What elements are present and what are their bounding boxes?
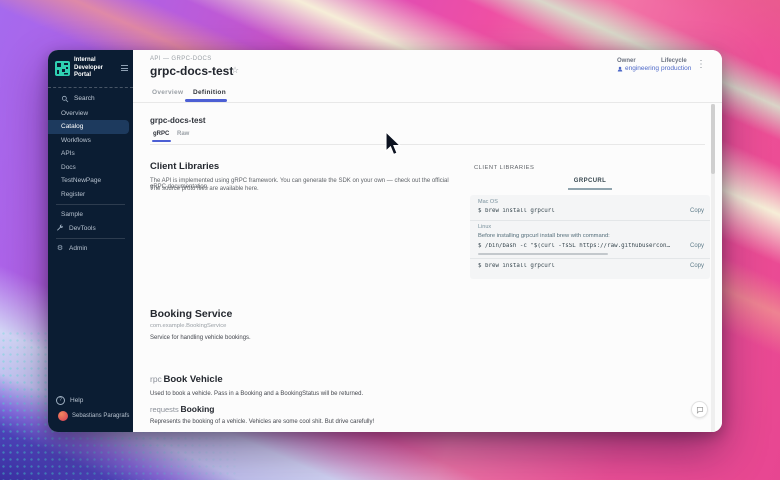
service-fqn: com.example.BookingService <box>150 323 226 329</box>
macos-command: $ brew install grpcurl <box>478 208 668 214</box>
sidebar-item-docs[interactable]: Docs <box>48 161 133 175</box>
box-divider <box>470 258 710 259</box>
tab-raw[interactable]: Raw <box>177 131 189 137</box>
rpc-keyword: rpc <box>150 374 162 384</box>
sidebar-item-sample[interactable]: Sample <box>48 208 133 222</box>
rpc-description: Used to book a vehicle. Pass in a Bookin… <box>150 391 363 397</box>
definition-card-title: grpc-docs-test <box>150 116 206 125</box>
wrench-icon <box>56 224 64 232</box>
sidebar-nav: Overview Catalog Workflows APIs Docs Tes… <box>48 107 133 256</box>
screen: { "theme": { "wallpaper_purple": "#a56ae… <box>0 0 780 480</box>
sidebar-item-label: TestNewPage <box>61 177 101 184</box>
horizontal-scrollbar[interactable] <box>478 253 608 255</box>
sidebar-item-label: Workflows <box>61 137 91 144</box>
client-libraries-description-2: The source proto files are available her… <box>150 186 462 192</box>
page-title: grpc-docs-test <box>150 64 233 78</box>
lifecycle-block: Lifecycle production <box>661 58 691 72</box>
sidebar-item-workflows[interactable]: Workflows <box>48 134 133 148</box>
tab-overview[interactable]: Overview <box>152 89 183 96</box>
sidebar-item-testnewpage[interactable]: TestNewPage <box>48 174 133 188</box>
sidebar-item-label: Docs <box>61 164 76 171</box>
gear-icon: ⚙ <box>56 245 64 252</box>
sidebar-item-label: Search <box>74 95 95 102</box>
sidebar: Internal Developer Portal Search Overvie… <box>48 50 133 432</box>
linux-command-1: $ /bin/bash -c "$(curl -fsSL https://raw… <box>478 243 673 249</box>
portal-logo-icon <box>55 61 70 76</box>
sidebar-user[interactable]: Sebastians Paragrafs <box>48 407 133 425</box>
scrollbar-thumb[interactable] <box>711 104 715 174</box>
sidebar-item-help[interactable]: ? Help <box>48 394 133 408</box>
main-content: API — GRPC-DOCS grpc-docs-test ☆ Owner e… <box>133 50 722 432</box>
breadcrumb[interactable]: API — GRPC-DOCS <box>150 56 212 62</box>
search-icon <box>61 95 69 103</box>
logo-row: Internal Developer Portal <box>48 50 133 85</box>
sidebar-divider <box>56 238 125 239</box>
service-description: Service for handling vehicle bookings. <box>150 335 251 341</box>
sidebar-item-label: Catalog <box>61 123 83 130</box>
support-button[interactable] <box>691 401 708 418</box>
user-avatar <box>58 411 68 421</box>
tab-definition[interactable]: Definition <box>193 89 226 96</box>
copy-button[interactable]: Copy <box>690 208 704 214</box>
header-divider <box>133 102 722 103</box>
sidebar-footer: ? Help Sebastians Paragrafs <box>48 394 133 433</box>
sidebar-item-label: DevTools <box>69 225 96 232</box>
lifecycle-link[interactable]: production <box>661 65 691 72</box>
copy-button[interactable]: Copy <box>690 263 704 269</box>
linux-command-2: $ brew install grpcurl <box>478 263 668 269</box>
lifecycle-label: Lifecycle <box>661 58 691 64</box>
sidebar-divider <box>56 204 125 205</box>
rpc-heading: rpc Book Vehicle <box>150 374 223 385</box>
owner-label: Owner <box>617 58 659 64</box>
sidebar-item-apis[interactable]: APIs <box>48 147 133 161</box>
user-name: Sebastians Paragrafs <box>72 413 129 419</box>
help-icon: ? <box>56 396 65 405</box>
chat-bubble-icon <box>696 406 704 414</box>
owner-block: Owner engineering <box>617 58 659 72</box>
request-name: Booking <box>180 404 214 414</box>
copy-button[interactable]: Copy <box>690 243 704 249</box>
person-icon <box>617 66 623 72</box>
sidebar-item-catalog[interactable]: Catalog <box>48 120 129 134</box>
request-keyword: requests <box>150 405 179 414</box>
sidebar-divider <box>48 87 133 88</box>
tab-grpcurl[interactable]: GRPCURL <box>470 178 710 184</box>
panel-title: CLIENT LIBRARIES <box>474 165 534 171</box>
request-description: Represents the booking of a vehicle. Veh… <box>150 419 374 425</box>
sidebar-item-label: Overview <box>61 110 88 117</box>
tab-grpc[interactable]: gRPC <box>153 131 169 137</box>
macos-label: Mac OS <box>478 199 498 205</box>
sidebar-item-search[interactable]: Search <box>48 91 133 107</box>
install-commands-box: Mac OS $ brew install grpcurl Copy Linux… <box>470 195 710 279</box>
box-divider <box>470 220 710 221</box>
card-divider <box>150 144 705 145</box>
service-name: Booking Service <box>150 308 232 320</box>
portal-title: Internal Developer Portal <box>74 57 117 80</box>
request-heading: requests Booking <box>150 404 214 414</box>
sidebar-item-label: APIs <box>61 150 75 157</box>
sidebar-item-label: Sample <box>61 211 83 218</box>
sidebar-item-label: Admin <box>69 245 87 252</box>
app-window: Internal Developer Portal Search Overvie… <box>48 50 722 432</box>
client-libraries-heading: Client Libraries <box>150 161 219 172</box>
sidebar-item-admin[interactable]: ⚙ Admin <box>48 242 133 256</box>
sidebar-item-label: Register <box>61 191 85 198</box>
grpc-tab-indicator <box>152 140 171 142</box>
grpcurl-tab-indicator <box>568 188 612 190</box>
sidebar-item-register[interactable]: Register <box>48 188 133 202</box>
sidebar-item-devtools[interactable]: DevTools <box>48 222 133 236</box>
kebab-menu-icon[interactable]: ⋮ <box>696 59 706 70</box>
linux-note: Before installing grpcurl install brew w… <box>478 233 610 239</box>
sidebar-item-label: Help <box>70 397 83 404</box>
sidebar-item-overview[interactable]: Overview <box>48 107 133 121</box>
hamburger-icon[interactable] <box>121 65 128 71</box>
star-icon[interactable]: ☆ <box>231 65 239 76</box>
linux-label: Linux <box>478 224 491 230</box>
rpc-name: Book Vehicle <box>163 374 222 385</box>
owner-link[interactable]: engineering <box>617 65 659 72</box>
